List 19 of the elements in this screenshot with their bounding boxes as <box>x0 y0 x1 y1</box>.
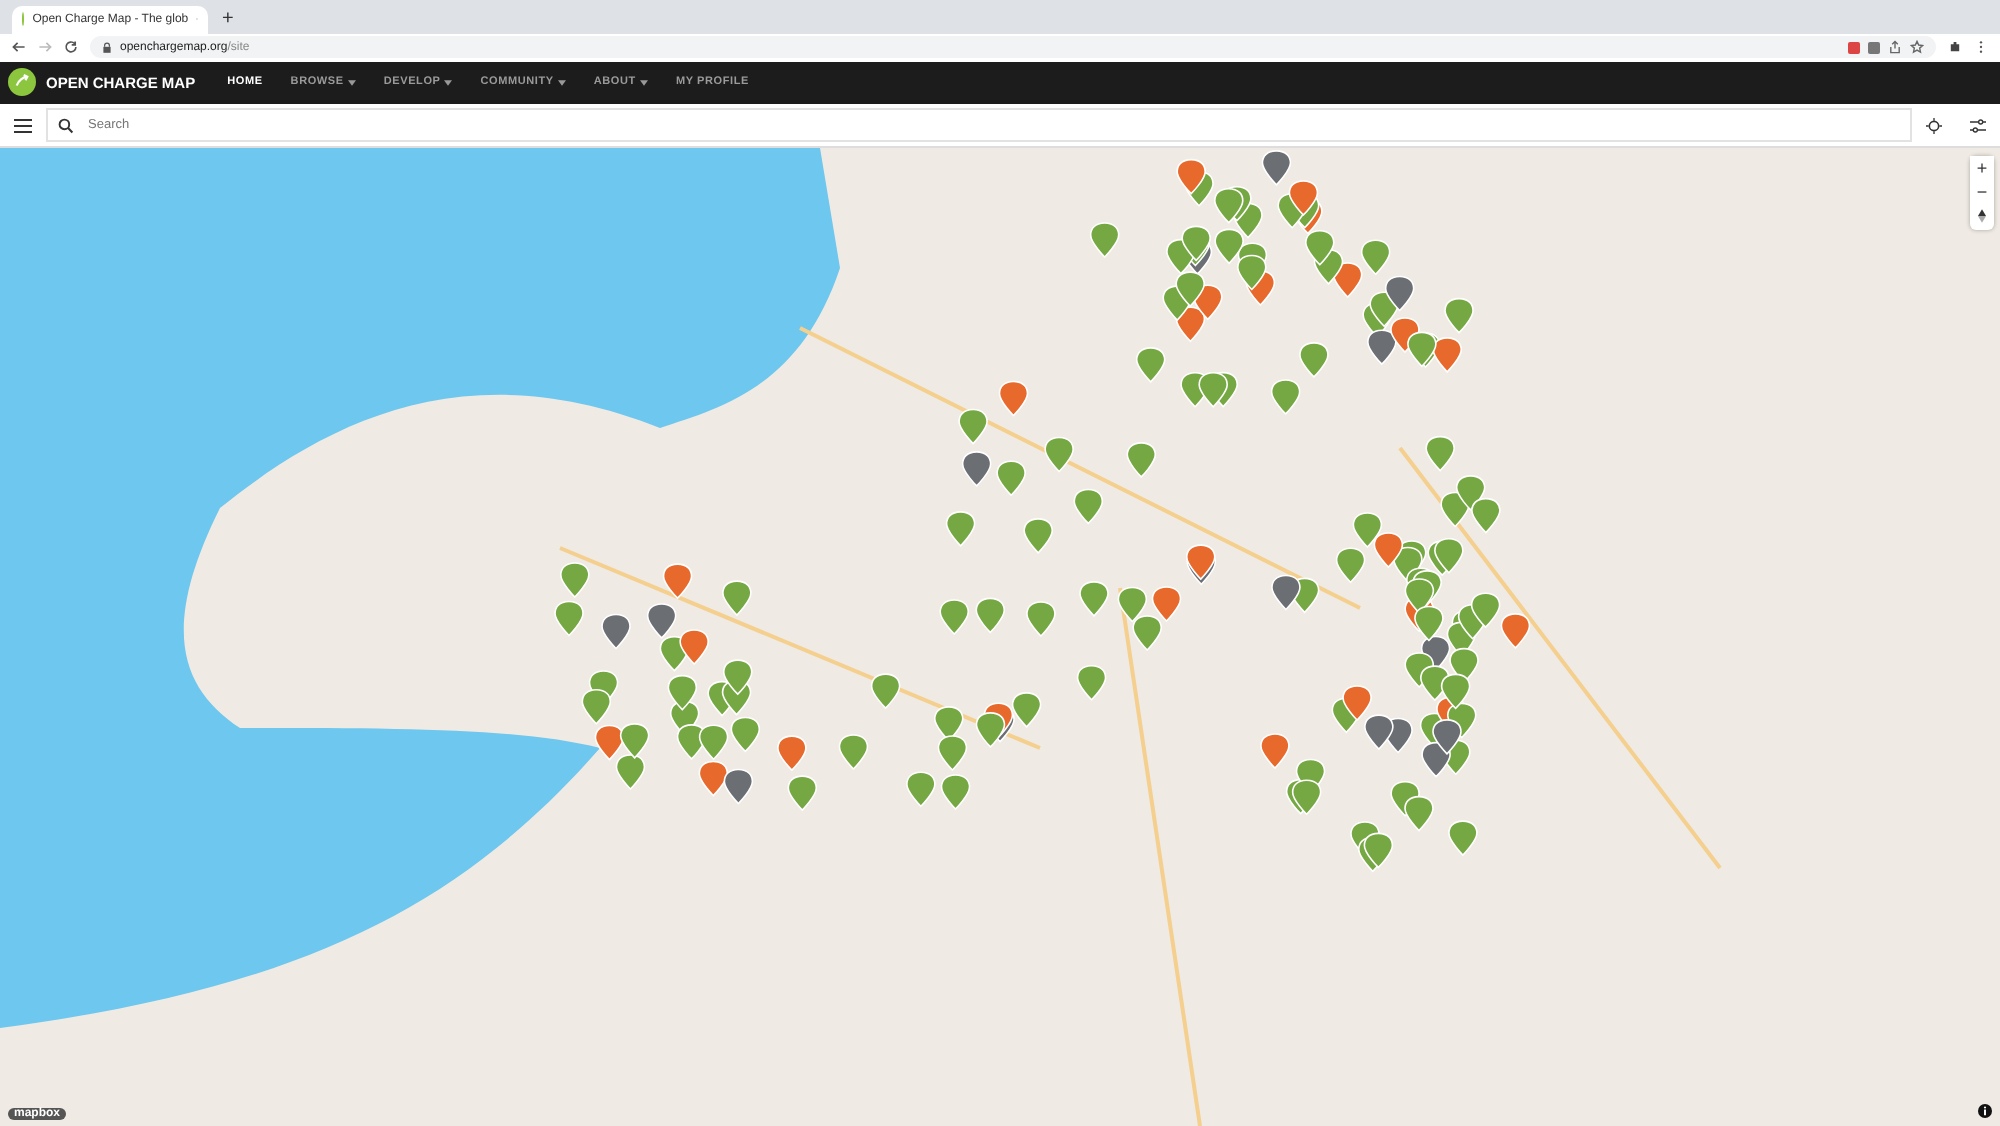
locate-icon[interactable] <box>1926 117 1942 134</box>
reload-icon[interactable] <box>64 40 78 55</box>
back-arrow-icon[interactable] <box>12 40 26 55</box>
puzzle-piece-icon[interactable] <box>1948 40 1962 55</box>
search-icon <box>58 118 74 135</box>
new-tab-button[interactable]: + <box>216 5 240 34</box>
star-icon[interactable] <box>1910 40 1924 55</box>
info-icon[interactable] <box>1978 1104 1992 1118</box>
filter-icon[interactable] <box>1970 117 1986 134</box>
menu-dots-icon[interactable] <box>1974 40 1988 55</box>
zoom-in-button[interactable]: + <box>1970 156 1994 180</box>
share-icon[interactable] <box>1888 40 1902 55</box>
extension-icon[interactable] <box>1848 41 1860 54</box>
plug-logo-icon <box>8 68 36 97</box>
lock-icon <box>102 41 112 54</box>
zoom-out-button[interactable]: − <box>1970 180 1994 204</box>
compass-icon[interactable] <box>1978 208 1986 224</box>
menu-icon[interactable] <box>14 117 32 134</box>
translate-icon[interactable] <box>1868 41 1880 54</box>
